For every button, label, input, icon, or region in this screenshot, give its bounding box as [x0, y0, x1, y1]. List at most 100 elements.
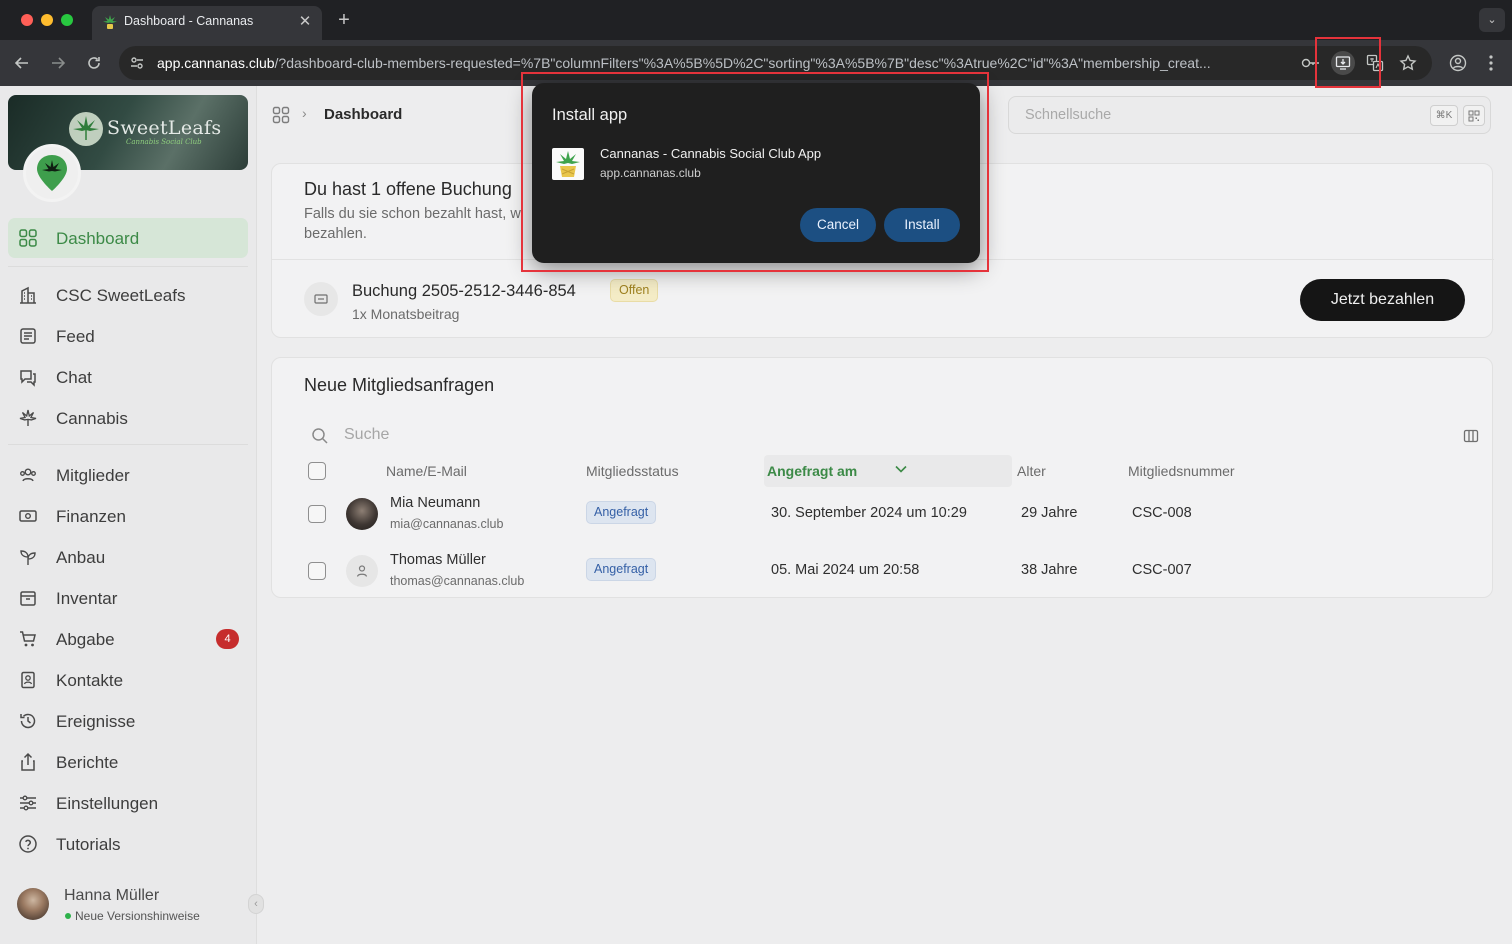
booking-card-description: Falls du sie schon bezahlt hast, wi beza…: [304, 206, 525, 242]
member-name[interactable]: Mia Neumann: [390, 495, 480, 511]
sliders-icon: [20, 795, 36, 811]
banner-subtitle: Cannabis Social Club: [126, 138, 202, 146]
sidebar-item-cannabis[interactable]: Cannabis: [8, 398, 248, 438]
requested-date: 05. Mai 2024 um 20:58: [771, 562, 920, 578]
columns-toggle-icon[interactable]: [1463, 428, 1479, 444]
sidebar-item-label: Feed: [56, 327, 95, 346]
search-icon: [312, 428, 328, 444]
kebab-menu-icon[interactable]: [1478, 50, 1504, 76]
sidebar-item-ereignisse[interactable]: Ereignisse: [8, 701, 248, 741]
sidebar-item-label: Einstellungen: [56, 794, 159, 813]
select-all-checkbox[interactable]: [308, 462, 326, 480]
sidebar-item-label: Anbau: [56, 548, 106, 567]
booking-detail: 1x Monatsbeitrag: [352, 306, 460, 322]
column-header-name-email[interactable]: Name/E-Mail: [386, 463, 467, 479]
sidebar-item-label: CSC SweetLeafs: [56, 286, 186, 305]
sidebar-item-csc-sweetleafs[interactable]: CSC SweetLeafs: [8, 275, 248, 315]
sidebar-divider: [8, 266, 248, 267]
row-checkbox[interactable]: [308, 505, 326, 523]
abgabe-count-badge: 4: [216, 629, 239, 649]
sidebar-item-anbau[interactable]: Anbau: [8, 537, 248, 577]
booking-card-title: Du hast 1 offene Buchung: [304, 179, 512, 199]
member-number: CSC-007: [1132, 562, 1192, 578]
table-search-input[interactable]: Suche: [344, 426, 389, 444]
column-header-label: Angefragt am: [767, 463, 858, 479]
sidebar-item-label: Dashboard: [56, 229, 140, 248]
profile-icon[interactable]: [1445, 50, 1471, 76]
sidebar-item-berichte[interactable]: Berichte: [8, 742, 248, 782]
sidebar-item-einstellungen[interactable]: Einstellungen: [8, 783, 248, 823]
sidebar: SweetLeafs Cannabis Social Club Dashboar…: [0, 86, 257, 944]
minimize-window-button[interactable]: [41, 14, 53, 26]
newspaper-icon: [20, 328, 36, 344]
sidebar-item-inventar[interactable]: Inventar: [8, 578, 248, 618]
member-name[interactable]: Thomas Müller: [390, 552, 486, 568]
close-window-button[interactable]: [21, 14, 33, 26]
club-avatar[interactable]: [23, 144, 81, 202]
membership-status-badge: Angefragt: [586, 501, 657, 524]
cannanas-favicon: [102, 14, 118, 30]
release-notes-link[interactable]: Neue Versionshinweise: [75, 909, 200, 923]
booking-status-badge: Offen: [610, 279, 659, 302]
contact-book-icon: [21, 671, 35, 689]
club-leaf-pin-icon: [37, 155, 67, 191]
box-icon: [20, 591, 36, 606]
member-age: 29 Jahre: [1021, 505, 1078, 521]
cart-icon: [20, 631, 36, 647]
sidebar-item-label: Tutorials: [56, 835, 121, 854]
sidebar-item-label: Inventar: [56, 589, 118, 608]
member-email: mia@cannanas.club: [390, 517, 504, 531]
sidebar-item-feed[interactable]: Feed: [8, 316, 248, 356]
new-tab-button[interactable]: +: [334, 9, 354, 31]
leaf-icon: [19, 409, 37, 426]
sidebar-item-mitglieder[interactable]: Mitglieder: [8, 455, 248, 495]
user-name: Hanna Müller: [64, 887, 160, 904]
tab-search-chevron-icon[interactable]: ⌄: [1479, 8, 1505, 32]
user-avatar: [17, 888, 49, 920]
row-checkbox[interactable]: [308, 562, 326, 580]
column-header-mitgliedsnummer[interactable]: Mitgliedsnummer: [1128, 463, 1235, 479]
user-placeholder-icon: [356, 565, 368, 577]
pay-now-button[interactable]: Jetzt bezahlen: [1300, 279, 1465, 321]
zoom-window-button[interactable]: [61, 14, 73, 26]
building-icon: [20, 286, 36, 304]
url-text[interactable]: app.cannanas.club/?dashboard-club-member…: [157, 55, 1295, 71]
bookmark-star-icon[interactable]: [1396, 51, 1420, 75]
sidebar-item-dashboard[interactable]: Dashboard: [8, 218, 248, 258]
sidebar-item-tutorials[interactable]: Tutorials: [8, 824, 248, 864]
dialog-highlight-box: [521, 72, 989, 272]
breadcrumb-grid-icon[interactable]: [272, 106, 290, 124]
column-header-angefragt-am[interactable]: Angefragt am: [764, 455, 1012, 487]
column-header-mitgliedsstatus[interactable]: Mitgliedsstatus: [586, 463, 679, 479]
sort-descending-chevron-icon: [895, 465, 907, 473]
collapse-sidebar-chevron-icon[interactable]: ‹: [248, 894, 264, 914]
site-settings-icon[interactable]: [127, 53, 147, 73]
reload-icon[interactable]: [81, 50, 107, 76]
forward-arrow-icon[interactable]: [45, 50, 71, 76]
back-arrow-icon[interactable]: [9, 50, 35, 76]
users-icon: [20, 468, 36, 482]
tab-title: Dashboard - Cannanas: [124, 14, 254, 28]
chat-bubbles-icon: [20, 370, 36, 387]
user-profile[interactable]: Hanna Müller Neue Versionshinweise: [0, 880, 257, 930]
shortcut-hint: ⌘K: [1430, 105, 1458, 126]
grid-icon: [19, 229, 37, 247]
banknote-icon: [19, 510, 37, 522]
sidebar-item-label: Abgabe: [56, 630, 115, 649]
install-icon-highlight-box: [1315, 37, 1381, 88]
sidebar-divider: [8, 444, 248, 445]
sidebar-item-abgabe[interactable]: Abgabe 4: [8, 619, 248, 659]
tab-close-icon[interactable]: ✕: [296, 13, 314, 31]
sidebar-item-kontakte[interactable]: Kontakte: [8, 660, 248, 700]
online-status-dot: [65, 913, 71, 919]
column-header-alter[interactable]: Alter: [1017, 463, 1046, 479]
sidebar-item-chat[interactable]: Chat: [8, 357, 248, 397]
member-number: CSC-008: [1132, 505, 1192, 521]
quick-search-placeholder: Schnellsuche: [1025, 107, 1112, 123]
sidebar-item-finanzen[interactable]: Finanzen: [8, 496, 248, 536]
sidebar-item-label: Berichte: [56, 753, 119, 772]
quick-search-input[interactable]: Schnellsuche ⌘K: [1008, 96, 1491, 134]
browser-tab-dashboard[interactable]: Dashboard - Cannanas ✕: [92, 6, 322, 40]
requests-card-title: Neue Mitgliedsanfragen: [304, 375, 495, 395]
qr-code-icon[interactable]: [1463, 105, 1485, 126]
